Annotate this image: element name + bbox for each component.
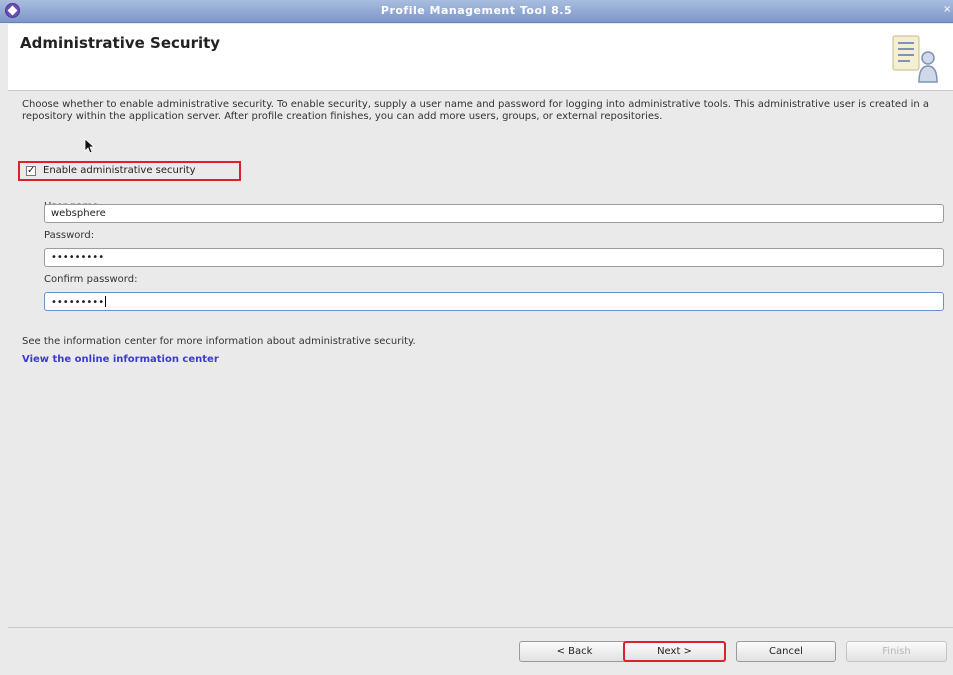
text-caret — [105, 296, 107, 307]
window-title: Profile Management Tool 8.5 — [380, 4, 573, 17]
page-banner: Administrative Security — [8, 24, 953, 91]
info-center-link[interactable]: View the online information center — [22, 354, 219, 365]
content-area: Choose whether to enable administrative … — [8, 91, 953, 621]
info-text: See the information center for more info… — [22, 336, 416, 347]
confirm-password-value: ••••••••• — [51, 297, 105, 308]
page-title: Administrative Security — [20, 34, 221, 52]
close-icon[interactable]: × — [943, 4, 953, 18]
enable-security-label[interactable]: Enable administrative security — [43, 165, 196, 176]
password-field[interactable]: ••••••••• — [44, 248, 944, 267]
confirm-password-label: Confirm password: — [44, 274, 138, 285]
footer-separator — [8, 627, 953, 628]
enable-security-highlight[interactable]: ✓ Enable administrative security — [18, 161, 241, 181]
enable-security-checkbox[interactable]: ✓ — [26, 166, 36, 176]
title-bar[interactable]: Profile Management Tool 8.5 × — [0, 0, 953, 23]
cancel-button[interactable]: Cancel — [736, 641, 836, 662]
description-text: Choose whether to enable administrative … — [22, 99, 930, 122]
confirm-password-field[interactable]: ••••••••• — [44, 292, 944, 311]
finish-button[interactable]: Finish — [846, 641, 947, 662]
wizard-page-icon — [892, 35, 938, 83]
next-button[interactable]: Next > — [623, 641, 726, 662]
mouse-pointer-icon — [84, 138, 96, 154]
username-field[interactable]: websphere — [44, 204, 944, 223]
profile-management-window: Profile Management Tool 8.5 × Administra… — [0, 0, 953, 675]
back-button[interactable]: < Back — [519, 641, 630, 662]
password-label: Password: — [44, 230, 95, 241]
